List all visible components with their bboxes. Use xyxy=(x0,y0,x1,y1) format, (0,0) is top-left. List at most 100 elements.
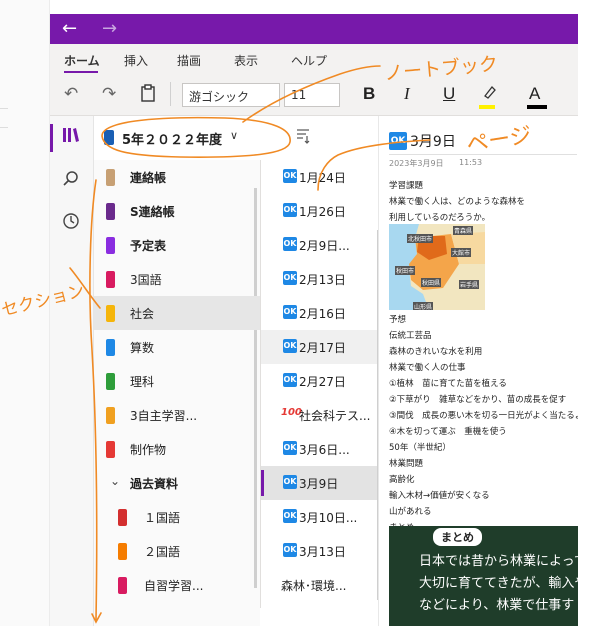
back-arrow-icon[interactable]: ← xyxy=(62,18,77,39)
rail-active-indicator xyxy=(50,124,53,152)
ok-badge-icon: OK xyxy=(283,441,297,455)
board-line: 日本では昔から林業によって xyxy=(419,554,578,569)
page-label: 3月9日 xyxy=(299,477,339,491)
tab-insert[interactable]: 挿入 xyxy=(124,52,148,69)
page-title[interactable]: 3月9日 xyxy=(410,131,456,151)
page-item[interactable]: 100 社会科テス... xyxy=(261,398,377,432)
blackboard-image[interactable]: まとめ 日本では昔から林業によって 大切に育ててきたが、輸入や高 などにより、林… xyxy=(389,526,578,626)
ok-badge-icon: OK xyxy=(283,475,297,489)
section-group[interactable]: ⌄ 過去資料 xyxy=(94,466,260,500)
note-line: 森林のきれいな水を利用 xyxy=(389,347,483,357)
section-item[interactable]: 連絡帳 xyxy=(94,160,260,194)
map-label: 北秋田市 xyxy=(407,234,434,243)
map-label: 岩手県 xyxy=(459,280,480,289)
tab-help[interactable]: ヘルプ xyxy=(291,52,327,69)
page-date: 2023年3月9日 xyxy=(389,159,444,168)
page-item[interactable]: OK 3月13日 xyxy=(261,534,377,568)
page-label: 3月10日... xyxy=(299,511,358,525)
note-text-top[interactable]: 学習課題 林業で働く人は、どのような森林を 利用しているのだろうか。 xyxy=(389,178,578,226)
page-item[interactable]: OK 2月13日 xyxy=(261,262,377,296)
section-item[interactable]: 予定表 xyxy=(94,228,260,262)
ok-badge-icon: OK xyxy=(283,305,297,319)
page-item[interactable]: OK 2月17日 xyxy=(261,330,377,364)
ok-badge-icon: OK xyxy=(283,543,297,557)
highlight-color-bar xyxy=(479,105,495,109)
section-list: 連絡帳 S連絡帳 予定表 3国語 社会算数理科 3自主学習... 制作物 ⌄ 過去資料 １国語 ２国… xyxy=(94,160,260,626)
onenote-window: ← → ホーム 挿入 描画 表示 ヘルプ ↶ ↷ 游ゴシック 11 B I U … xyxy=(50,0,578,626)
font-color-button[interactable]: A xyxy=(529,84,540,104)
bold-button[interactable]: B xyxy=(363,84,375,104)
page-label: 2月27日 xyxy=(299,375,346,389)
section-item[interactable]: 3自主学習... xyxy=(94,398,260,432)
section-item[interactable]: 算数 xyxy=(94,330,260,364)
note-line: 高齢化 xyxy=(389,475,415,485)
tab-draw[interactable]: 描画 xyxy=(177,52,201,69)
forward-arrow-icon[interactable]: → xyxy=(102,18,117,39)
note-line: 林業で働く人の仕事 xyxy=(389,363,466,373)
notebooks-icon[interactable] xyxy=(62,126,80,149)
redo-icon[interactable]: ↷ xyxy=(102,84,116,104)
page-item[interactable]: OK 2月27日 xyxy=(261,364,377,398)
ok-badge-icon: OK xyxy=(283,237,297,251)
page-item[interactable]: OK 3月6日... xyxy=(261,432,377,466)
section-item[interactable]: １国語 xyxy=(94,500,260,534)
notebook-name: 5年２０２２年度 xyxy=(122,133,223,148)
search-icon[interactable] xyxy=(62,170,80,193)
page-item[interactable]: OK 2月9日... xyxy=(261,228,377,262)
clipboard-icon[interactable] xyxy=(140,84,156,107)
note-text-bottom[interactable]: 予想 伝統工芸品 森林のきれいな水を利用 林業で働く人の仕事 ①植林 苗に育てた… xyxy=(389,312,578,536)
note-line: 林業で働く人は、どのような森林を xyxy=(389,197,526,207)
page-canvas[interactable]: OK 3月9日 2023年3月9日 11:53 学習課題 林業で働く人は、どのよ… xyxy=(378,116,578,626)
section-label: 過去資料 xyxy=(130,477,179,491)
page-item[interactable]: OK 2月16日 xyxy=(261,296,377,330)
note-line: 学習課題 xyxy=(389,181,424,191)
notebook-selector[interactable]: 5年２０２２年度 ∨ xyxy=(94,116,324,160)
recent-clock-icon[interactable] xyxy=(62,212,80,235)
page-list: OK 1月24日 OK 1月26日 OK 2月9日... OK 2月13日 OK 2月16日 OK 2… xyxy=(260,160,380,608)
section-tab-icon xyxy=(106,203,115,220)
section-tab-icon xyxy=(106,373,115,390)
tab-home[interactable]: ホーム xyxy=(64,52,100,69)
chevron-down-icon[interactable]: ⌄ xyxy=(110,474,120,488)
note-line: ④木を切って運ぶ 重機を使う xyxy=(389,427,507,437)
sort-pages-icon[interactable] xyxy=(296,128,310,148)
underline-button[interactable]: U xyxy=(443,84,455,104)
section-item[interactable]: 社会 xyxy=(94,296,260,330)
section-item[interactable]: ２国語 xyxy=(94,534,260,568)
navigation-rail xyxy=(50,116,94,626)
font-name-box[interactable]: 游ゴシック xyxy=(182,83,280,107)
section-tab-icon xyxy=(106,237,115,254)
note-line: 山があれる xyxy=(389,507,432,517)
font-size-box[interactable]: 11 xyxy=(284,83,340,107)
akita-map-image[interactable]: 北秋田市 青森県 大館市 秋田市 秋田県 岩手県 山形県 xyxy=(389,224,485,310)
section-item[interactable]: 理科 xyxy=(94,364,260,398)
section-label: ２国語 xyxy=(144,545,181,559)
undo-icon[interactable]: ↶ xyxy=(64,84,78,104)
section-label: １国語 xyxy=(144,511,181,525)
section-item[interactable]: 自習学習... xyxy=(94,568,260,602)
section-item[interactable]: S連絡帳 xyxy=(94,194,260,228)
map-label: 大館市 xyxy=(451,248,472,257)
page-label: 3月6日... xyxy=(299,443,350,457)
section-label: 算数 xyxy=(130,341,155,355)
section-tab-icon xyxy=(106,271,115,288)
page-item[interactable]: OK 3月10日... xyxy=(261,500,377,534)
title-bar: ← → xyxy=(50,14,578,44)
section-item[interactable]: 制作物 xyxy=(94,432,260,466)
section-tab-icon xyxy=(118,543,127,560)
tab-view[interactable]: 表示 xyxy=(234,52,258,69)
italic-button[interactable]: I xyxy=(404,84,410,104)
section-label: 制作物 xyxy=(130,443,167,457)
section-label: 理科 xyxy=(130,375,155,389)
board-title: まとめ xyxy=(433,528,482,546)
page-item[interactable]: OK 3月9日 xyxy=(261,466,377,500)
page-item[interactable]: OK 1月26日 xyxy=(261,194,377,228)
page-label: 社会科テス... xyxy=(299,409,371,423)
page-label: 3月13日 xyxy=(299,545,346,559)
note-line: 伝統工芸品 xyxy=(389,331,432,341)
page-item[interactable]: 森林･環境... xyxy=(261,568,377,602)
strip-notch xyxy=(0,108,8,128)
page-item[interactable]: OK 1月24日 xyxy=(261,160,377,194)
highlighter-icon[interactable] xyxy=(481,84,497,105)
section-item[interactable]: 3国語 xyxy=(94,262,260,296)
